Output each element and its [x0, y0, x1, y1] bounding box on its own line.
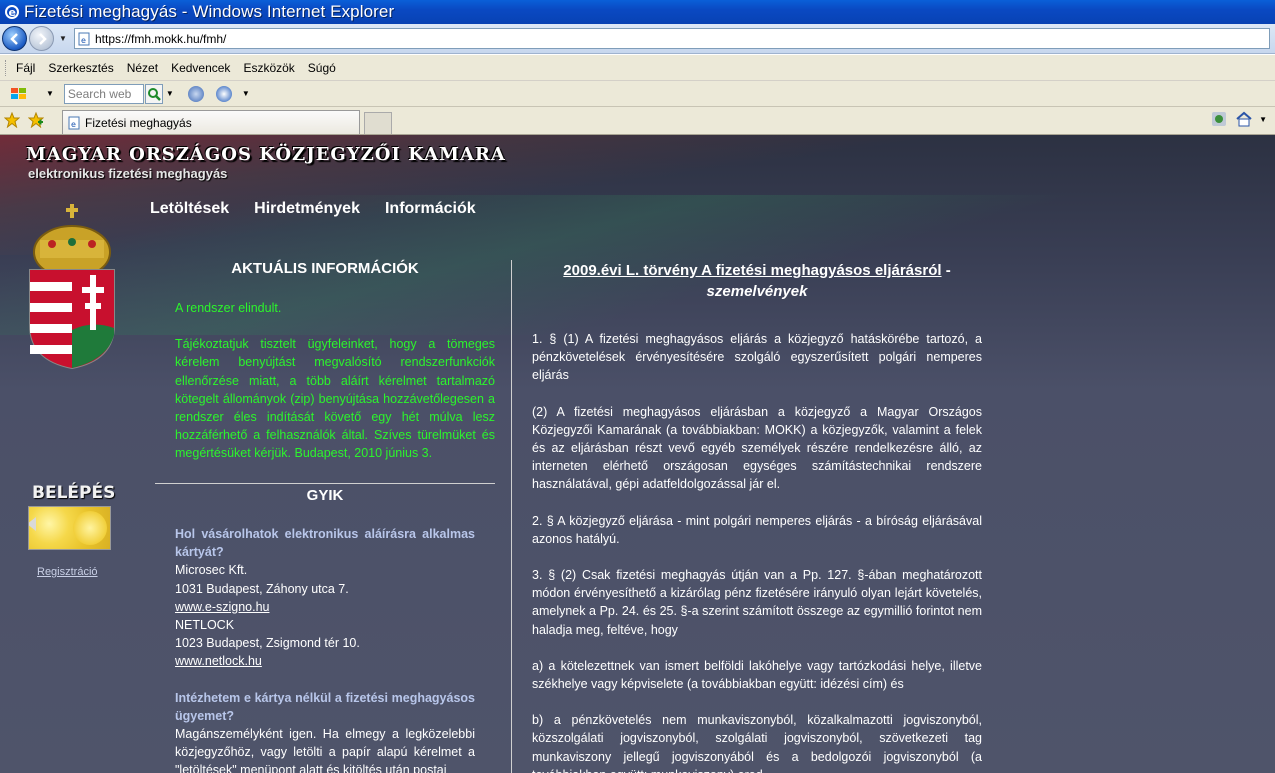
nav-information[interactable]: Információk [385, 200, 476, 218]
login-title: BELÉPÉS [32, 483, 116, 503]
faq-list: Hol vásárolhatok elektronikus aláírásra … [175, 525, 475, 773]
forward-button[interactable] [29, 26, 54, 51]
search-button[interactable] [144, 83, 163, 104]
address-field[interactable]: e https://fmh.mokk.hu/fmh/ [74, 28, 1270, 49]
add-favorite-icon[interactable] [28, 112, 44, 128]
faq-question: Intézhetem e kártya nélkül a fizetési me… [175, 690, 475, 723]
smartcard-login-image[interactable] [28, 506, 111, 550]
toolbar-action-icon[interactable] [187, 85, 204, 102]
law-section: 2009.évi L. törvény A fizetési meghagyás… [532, 260, 982, 773]
menu-edit[interactable]: Szerkesztés [48, 61, 113, 75]
tab-label: Fizetési meghagyás [85, 115, 192, 130]
arrow-left-icon [9, 32, 18, 45]
toolbar-grip [5, 60, 8, 76]
windows-dropdown-icon[interactable]: ▼ [46, 89, 54, 98]
faq-answer: Magánszemélyként igen. Ha elmegy a legkö… [175, 727, 475, 773]
faq-answer-line: 1023 Budapest, Zsigmond tér 10. [175, 636, 360, 651]
help-icon[interactable] [215, 85, 232, 102]
netlock-link[interactable]: www.netlock.hu [175, 654, 262, 668]
home-dropdown-icon[interactable]: ▼ [1259, 115, 1267, 124]
history-dropdown-icon[interactable]: ▼ [57, 34, 69, 43]
menu-view[interactable]: Nézet [127, 61, 158, 75]
main-nav: Letöltések Hirdetmények Információk [150, 200, 476, 218]
law-title: 2009.évi L. törvény A fizetési meghagyás… [532, 260, 982, 302]
register-link[interactable]: Regisztráció [37, 566, 98, 578]
new-tab-button[interactable] [364, 112, 392, 134]
search-icon [147, 87, 161, 101]
page-icon: e [68, 116, 80, 129]
faq-answer: Microsec Kft. 1031 Budapest, Záhony utca… [175, 561, 475, 670]
site-title: MAGYAR ORSZÁGOS KÖZJEGYZŐI KAMARA [26, 144, 506, 165]
menu-bar: Fájl Szerkesztés Nézet Kedvencek Eszközö… [0, 55, 1275, 81]
site-subtitle: elektronikus fizetési meghagyás [28, 166, 228, 181]
column-separator [511, 260, 512, 773]
news-title: AKTUÁLIS INFORMÁCIÓK [231, 260, 419, 277]
news-body: A rendszer elindult. Tájékoztatjuk tiszt… [155, 299, 495, 463]
back-button[interactable] [2, 26, 27, 51]
search-input[interactable]: Search web [63, 83, 144, 104]
window-title: Fizetési meghagyás - Windows Internet Ex… [24, 2, 395, 21]
faq-answer-line: NETLOCK [175, 618, 235, 633]
arrow-right-icon [38, 32, 47, 45]
law-paragraph: (2) A fizetési meghagyásos eljárásban a … [532, 404, 982, 492]
arrow-left-icon [29, 517, 36, 531]
faq-title: GYIK [306, 487, 344, 504]
menu-file[interactable]: Fájl [16, 61, 35, 75]
faq-answer-line: 1031 Budapest, Záhony utca 7. [175, 581, 349, 596]
law-paragraph: 3. § (2) Csak fizetési meghagyás útján v… [532, 568, 982, 637]
links-toolbar: ▼ Search web ▼ ▼ [0, 81, 1275, 107]
news-paragraph: Tájékoztatjuk tisztelt ügyfeleinket, hog… [175, 337, 495, 461]
law-subtitle: szemelvények [706, 283, 808, 300]
law-paragraph: b) a pénzkövetelés nem munkaviszonyból, … [532, 713, 982, 773]
window-titlebar: e Fizetési meghagyás - Windows Internet … [0, 0, 1275, 24]
card-chip-icon [73, 511, 107, 545]
law-paragraph: a) a kötelezettnek van ismert belföldi l… [532, 658, 982, 692]
address-toolbar: ▼ e https://fmh.mokk.hu/fmh/ [0, 24, 1275, 54]
svg-text:e: e [81, 36, 86, 45]
e-szigno-link[interactable]: www.e-szigno.hu [175, 600, 270, 614]
tab-bar: e Fizetési meghagyás ▼ [0, 107, 1275, 135]
nav-downloads[interactable]: Letöltések [150, 200, 229, 218]
ie-logo-icon: e [5, 5, 19, 19]
menu-help[interactable]: Súgó [308, 61, 336, 75]
feeds-icon[interactable] [1211, 111, 1229, 127]
svg-text:e: e [71, 120, 76, 129]
law-paragraph: 1. § (1) A fizetési meghagyásos eljárás … [532, 332, 982, 383]
help-dropdown-icon[interactable]: ▼ [242, 89, 250, 98]
law-title-dash: - [941, 262, 951, 279]
svg-text:e: e [9, 6, 16, 19]
faq-question: Hol vásárolhatok elektronikus aláírásra … [175, 527, 475, 560]
menu-favorites[interactable]: Kedvencek [171, 61, 230, 75]
law-title-link[interactable]: 2009.évi L. törvény A fizetési meghagyás… [563, 262, 941, 279]
page-content: MAGYAR ORSZÁGOS KÖZJEGYZŐI KAMARA elektr… [0, 135, 1275, 773]
page-icon: e [78, 32, 90, 45]
favorites-star-icon[interactable] [4, 112, 20, 128]
coat-of-arms-icon [29, 204, 115, 370]
section-divider [155, 483, 495, 484]
search-dropdown-icon[interactable]: ▼ [166, 89, 174, 98]
windows-flag-icon[interactable] [10, 86, 28, 102]
nav-announcements[interactable]: Hirdetmények [254, 200, 360, 218]
tab-fizetesi[interactable]: e Fizetési meghagyás [62, 110, 360, 134]
faq-answer-line: Microsec Kft. [175, 563, 248, 578]
news-paragraph: A rendszer elindult. [175, 301, 282, 315]
law-paragraph: 2. § A közjegyző eljárása - mint polgári… [532, 513, 982, 546]
faq-item: Intézhetem e kártya nélkül a fizetési me… [175, 689, 475, 773]
menu-tools[interactable]: Eszközök [243, 61, 294, 75]
news-section: AKTUÁLIS INFORMÁCIÓK A rendszer elindult… [155, 260, 495, 463]
home-icon[interactable] [1235, 111, 1253, 127]
url-text: https://fmh.mokk.hu/fmh/ [95, 31, 227, 46]
faq-item: Hol vásárolhatok elektronikus aláírásra … [175, 525, 475, 671]
